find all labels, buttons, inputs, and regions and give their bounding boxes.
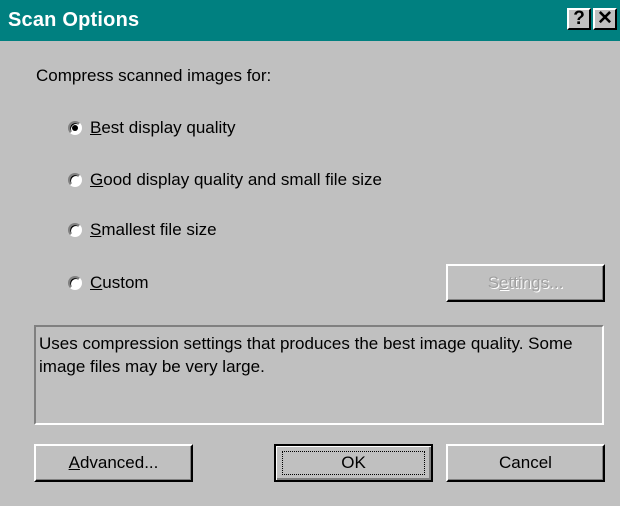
radio-button-icon[interactable] — [68, 173, 82, 187]
radio-button-icon[interactable] — [68, 276, 82, 290]
radio-button-icon[interactable] — [68, 223, 82, 237]
radio-smallest-file-size[interactable]: Smallest file size — [68, 218, 217, 242]
dialog-title: Scan Options — [8, 9, 140, 31]
radio-label-smallest-file-size: Smallest file size — [90, 220, 217, 239]
radio-button-icon[interactable] — [68, 121, 82, 135]
help-icon: ? — [573, 8, 585, 29]
cancel-button[interactable]: Cancel — [446, 444, 605, 482]
radio-best-display-quality[interactable]: Best display quality — [68, 116, 236, 140]
close-button[interactable]: ✕ — [593, 8, 617, 30]
radio-label-best-display-quality: Best display quality — [90, 118, 236, 137]
ok-button[interactable]: OK — [274, 444, 433, 482]
radio-custom[interactable]: Custom — [68, 271, 149, 295]
radio-label-custom: Custom — [90, 273, 149, 292]
compress-prompt-label: Compress scanned images for: — [36, 66, 272, 85]
advanced-button[interactable]: Advanced... — [34, 444, 193, 482]
radio-good-display-small-file[interactable]: Good display quality and small file size — [68, 168, 382, 192]
scan-options-dialog: Scan Options ? ✕ Compress scanned images… — [0, 0, 620, 506]
radio-label-good-display-small-file: Good display quality and small file size — [90, 170, 382, 189]
title-bar[interactable]: Scan Options ? ✕ — [0, 0, 620, 41]
help-button[interactable]: ? — [567, 8, 591, 30]
description-box: Uses compression settings that produces … — [34, 325, 604, 425]
close-icon: ✕ — [597, 8, 613, 29]
settings-button[interactable]: Settings... — [446, 264, 605, 302]
